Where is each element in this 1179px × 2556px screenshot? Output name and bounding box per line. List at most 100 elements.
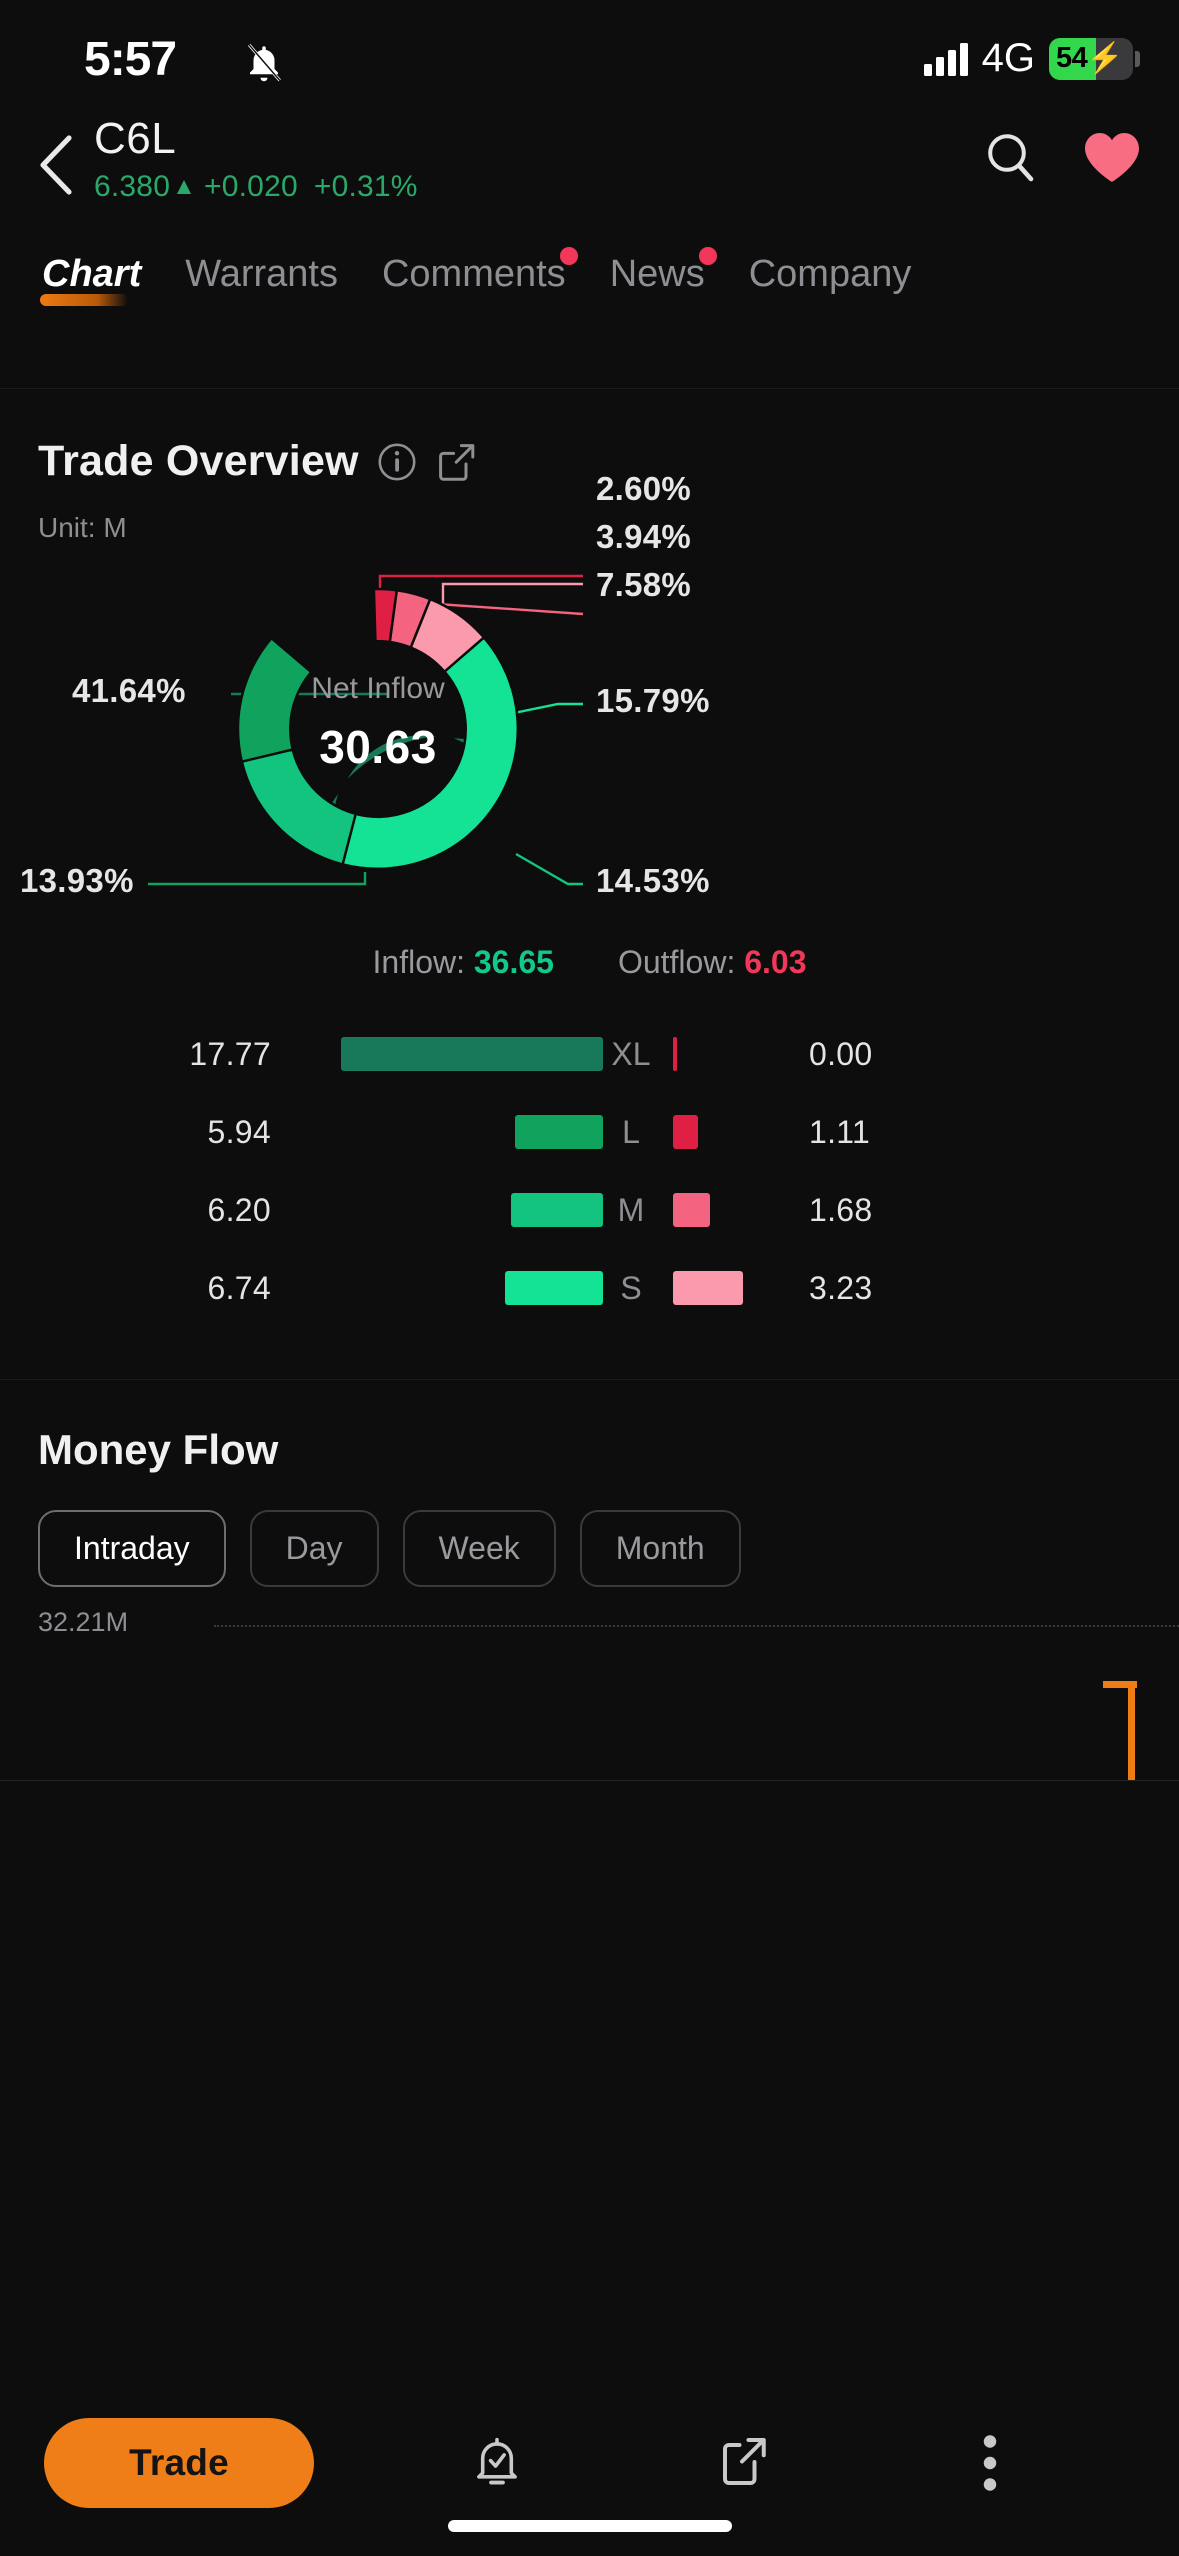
bar-row-in-bar-zone: [293, 1037, 603, 1071]
bar-row-out-value: 3.23: [809, 1269, 873, 1306]
ticker-price: 6.380: [94, 170, 171, 203]
favorite-button[interactable]: [1079, 124, 1145, 190]
chip-day[interactable]: Day: [249, 1510, 379, 1587]
price-up-arrow-icon: ▲: [172, 173, 197, 200]
table-row: 6.20 M 1.68: [38, 1171, 1141, 1249]
tab-comments[interactable]: Comments: [360, 247, 588, 310]
back-button[interactable]: [22, 130, 92, 200]
tab-comments-badge-dot: [559, 247, 578, 265]
inflow-value: 36.65: [473, 944, 554, 980]
bell-slash-icon: [247, 43, 281, 82]
donut-center-value: 30.63: [319, 721, 437, 773]
more-button[interactable]: [948, 2421, 1032, 2505]
share-icon[interactable]: [435, 441, 477, 483]
ticker-quote: 6.380 ▲ +0.020 +0.31%: [94, 170, 418, 204]
ticker-change: +0.020: [204, 170, 298, 203]
bar-row-category: M: [617, 1191, 645, 1228]
bar-row-out-bar: [673, 1193, 710, 1227]
network-type: 4G: [981, 36, 1035, 80]
tab-chart[interactable]: Chart: [22, 253, 163, 310]
money-flow-section: Money Flow Intraday Day Week Month 32.21…: [0, 1380, 1179, 1781]
bar-row-out-bar-zone: [659, 1037, 809, 1071]
money-flow-range-chips: Intraday Day Week Month: [38, 1510, 1141, 1587]
donut-center-caption-wrap: Net Inflow 30.63: [208, 672, 548, 774]
bar-row-out-bar-zone: [659, 1115, 809, 1149]
bar-row-category: S: [620, 1269, 642, 1306]
chip-intraday[interactable]: Intraday: [38, 1510, 226, 1587]
bar-row-in-value: 6.74: [207, 1269, 271, 1306]
section-tabs: Chart Warrants Comments News Company: [0, 218, 1179, 310]
trade-overview-card: Trade Overview Unit: M Net Inflow 30.63 …: [0, 389, 1179, 1327]
money-flow-title: Money Flow: [38, 1426, 279, 1473]
donut-svg: [148, 574, 584, 886]
outflow-label: Outflow:: [617, 944, 736, 980]
status-time: 5:57: [84, 33, 177, 86]
tab-news-label: News: [609, 253, 705, 295]
bar-row-out-bar: [673, 1115, 698, 1149]
tab-news-badge-dot: [698, 247, 717, 265]
tab-chart-label: Chart: [42, 253, 142, 295]
tab-company[interactable]: Company: [727, 253, 934, 310]
unit-label: Unit: M: [38, 512, 127, 543]
leader-1453: [515, 852, 583, 886]
donut-label-m-inflow: 14.53%: [596, 862, 710, 899]
header-actions: [977, 124, 1145, 190]
info-circle-icon[interactable]: [377, 442, 417, 482]
tab-company-label: Company: [748, 253, 912, 295]
flow-summary: Inflow: 36.65 Outflow: 6.03: [38, 944, 1141, 981]
bar-row-in-bar-zone: [293, 1193, 603, 1227]
more-vertical-icon: [983, 2435, 997, 2491]
money-flow-gridline: [214, 1625, 1179, 1627]
bar-row-category: XL: [611, 1035, 651, 1072]
table-row: 6.74 S 3.23: [38, 1249, 1141, 1327]
money-flow-bar: [1103, 1681, 1137, 1781]
trade-button[interactable]: Trade: [44, 2418, 314, 2508]
bar-row-in-bar: [505, 1271, 603, 1305]
tab-warrants[interactable]: Warrants: [163, 253, 360, 310]
bar-row-in-value: 17.77: [189, 1035, 271, 1072]
bar-row-out-bar: [673, 1271, 743, 1305]
status-right-cluster: 4G 54 ⚡: [923, 36, 1140, 81]
alert-button[interactable]: [455, 2421, 539, 2505]
search-icon: [988, 134, 1034, 182]
flow-bars: 17.77 XL 0.00 5.94 L 1.11 6.20 M 1.68 6.…: [38, 1015, 1141, 1327]
page-header: C6L 6.380 ▲ +0.020 +0.31%: [0, 114, 1179, 218]
outflow-summary: Outflow: 6.03: [618, 944, 807, 981]
chip-week[interactable]: Week: [402, 1510, 556, 1587]
donut-label-xl-inflow: 41.64%: [72, 672, 186, 709]
share-button[interactable]: [701, 2421, 785, 2505]
outflow-value: 6.03: [744, 944, 807, 980]
donut-label-l-outflow: 2.60%: [596, 470, 692, 507]
chip-month[interactable]: Month: [579, 1510, 741, 1587]
battery-percent: 54: [1056, 42, 1088, 74]
money-flow-chart[interactable]: 32.21M: [0, 1607, 1179, 1781]
bottom-action-bar: Trade: [0, 2396, 1179, 2556]
cellular-signal-icon: [923, 42, 968, 76]
money-flow-axis-max-label: 32.21M: [38, 1607, 129, 1637]
trade-overview-header: Trade Overview: [38, 389, 1141, 486]
leader-1393: [148, 872, 367, 886]
bar-row-out-value: 0.00: [809, 1035, 873, 1072]
search-button[interactable]: [977, 124, 1043, 190]
donut-label-s-inflow: 15.79%: [596, 682, 710, 719]
trade-overview-donut-chart: Net Inflow 30.63 41.64% 13.93% 14.53% 15…: [20, 470, 1141, 914]
bar-row-in-value: 5.94: [207, 1113, 271, 1150]
tab-warrants-label: Warrants: [185, 253, 338, 295]
home-indicator: [447, 2520, 732, 2532]
table-row: 5.94 L 1.11: [38, 1093, 1141, 1171]
bar-row-out-bar-zone: [659, 1271, 809, 1305]
bar-row-category: L: [622, 1113, 640, 1150]
charging-bolt-icon: ⚡: [1086, 42, 1124, 75]
bar-row-in-value: 6.20: [207, 1191, 271, 1228]
tab-active-underline: [40, 294, 128, 306]
table-row: 17.77 XL 0.00: [38, 1015, 1141, 1093]
bar-row-out-value: 1.11: [809, 1113, 871, 1150]
heart-icon: [1085, 133, 1139, 182]
tab-news[interactable]: News: [588, 247, 727, 310]
ticker-block[interactable]: C6L 6.380 ▲ +0.020 +0.31%: [94, 114, 418, 204]
status-bar: 5:57 4G 54 ⚡: [0, 0, 1179, 118]
bar-row-out-value: 1.68: [809, 1191, 873, 1228]
battery-indicator: 54 ⚡: [1049, 37, 1140, 80]
money-flow-baseline: [0, 1780, 1179, 1781]
donut-center-caption: Net Inflow: [311, 672, 445, 705]
